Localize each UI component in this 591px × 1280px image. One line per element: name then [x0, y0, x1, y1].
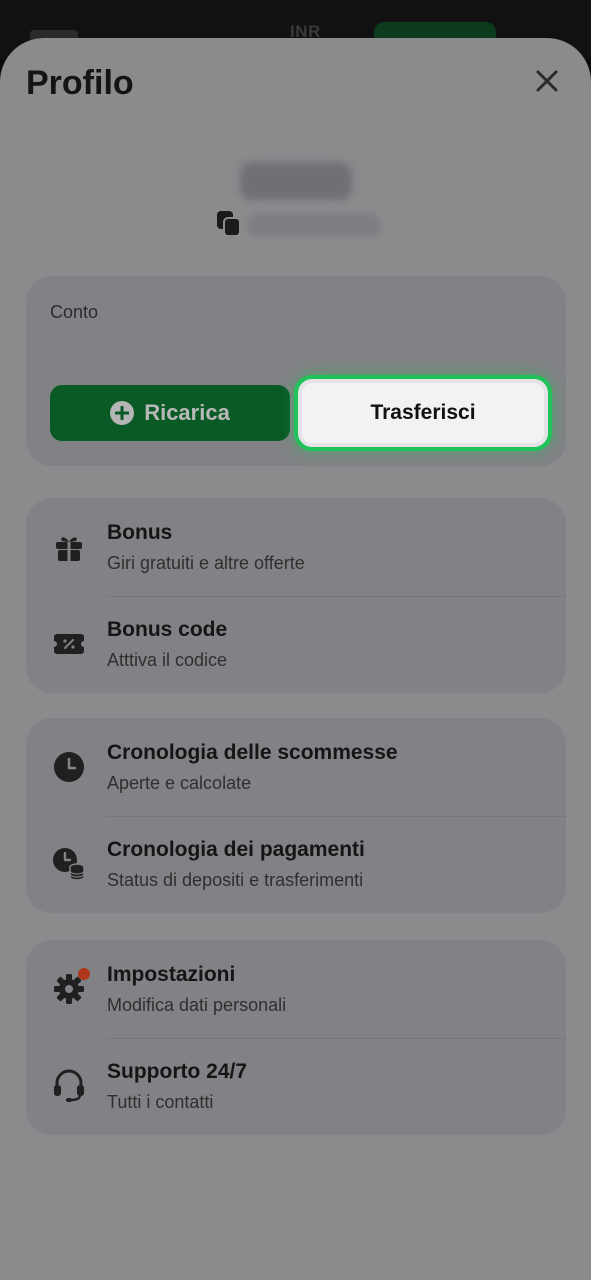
page-title: Profilo: [26, 64, 134, 102]
menu-item-payment-history-subtitle: Status di depositi e trasferimenti: [107, 870, 364, 890]
deposit-button[interactable]: Ricarica: [50, 385, 290, 441]
notification-dot: [78, 968, 90, 980]
user-id-blurred: [248, 214, 380, 236]
menu-item-payment-history-title: Cronologia dei pagamenti: [107, 838, 365, 861]
clock-coins-icon: [52, 847, 86, 881]
account-label: Conto: [50, 302, 99, 322]
close-icon: [536, 70, 558, 92]
close-button[interactable]: [528, 62, 566, 100]
menu-item-bonus-code-title: Bonus code: [107, 618, 228, 641]
coupon-icon: [52, 627, 86, 661]
account-card: Conto Ricarica Trasferisci: [26, 276, 566, 466]
menu-item-support[interactable]: Supporto 24/7 Tutti i contatti: [26, 1037, 566, 1135]
profile-sheet: Profilo Conto Ricarica Trasferisci Bonus…: [0, 38, 591, 1280]
menu-item-bet-history-title: Cronologia delle scommesse: [107, 741, 398, 764]
menu-item-settings-subtitle: Modifica dati personali: [107, 995, 287, 1015]
copy-icon[interactable]: [216, 210, 242, 238]
settings-card: Impostazioni Modifica dati personali Sup…: [26, 940, 566, 1135]
menu-item-bet-history[interactable]: Cronologia delle scommesse Aperte e calc…: [26, 718, 566, 816]
menu-item-settings-title: Impostazioni: [107, 963, 236, 986]
menu-item-settings[interactable]: Impostazioni Modifica dati personali: [26, 940, 566, 1038]
bonus-card: Bonus Giri gratuiti e altre offerte Bonu…: [26, 498, 566, 693]
menu-item-support-title: Supporto 24/7: [107, 1060, 248, 1083]
menu-item-payment-history[interactable]: Cronologia dei pagamenti Status di depos…: [26, 815, 566, 913]
history-card: Cronologia delle scommesse Aperte e calc…: [26, 718, 566, 913]
clock-icon: [52, 750, 86, 784]
deposit-button-label: Ricarica: [144, 400, 230, 425]
menu-item-bonus[interactable]: Bonus Giri gratuiti e altre offerte: [26, 498, 566, 596]
transfer-button[interactable]: Trasferisci: [294, 375, 552, 451]
menu-item-bet-history-subtitle: Aperte e calcolate: [107, 773, 252, 793]
headset-icon: [52, 1069, 86, 1103]
menu-item-bonus-code[interactable]: Bonus code Atttiva il codice: [26, 595, 566, 693]
menu-item-bonus-title: Bonus: [107, 521, 173, 544]
user-id-row: [216, 208, 386, 240]
menu-item-support-subtitle: Tutti i contatti: [107, 1092, 214, 1112]
transfer-button-label: Trasferisci: [370, 401, 476, 424]
plus-icon: [110, 401, 135, 425]
gift-icon: [52, 530, 86, 564]
username-blurred: [240, 162, 352, 200]
menu-item-bonus-code-subtitle: Atttiva il codice: [107, 650, 228, 670]
menu-item-bonus-subtitle: Giri gratuiti e altre offerte: [107, 553, 305, 573]
